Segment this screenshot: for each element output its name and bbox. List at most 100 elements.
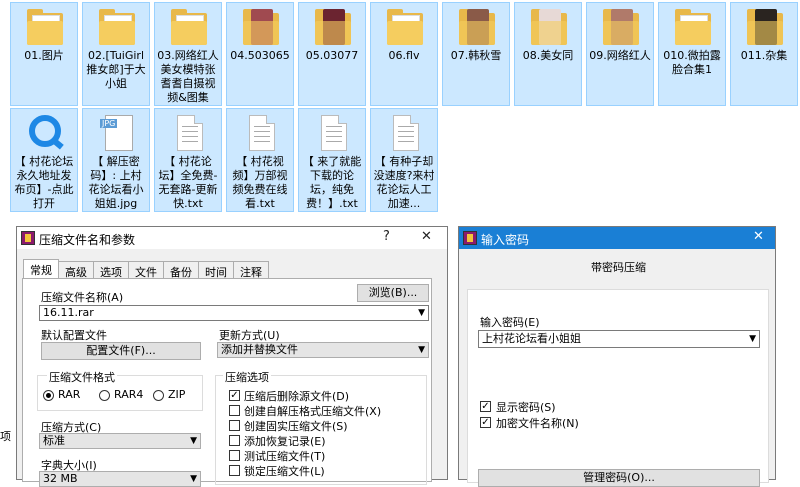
text-file-icon xyxy=(169,115,209,155)
password-panel: 输入密码(E) 上村花论坛看小姐姐 ▼ ✓ 显示密码(S) ✓ 加密文件名称(N)… xyxy=(467,289,769,487)
folder-icon xyxy=(25,9,65,49)
folder-icon xyxy=(673,9,713,49)
file-label: 【 有种子却没速度?来村花论坛人工加速... xyxy=(373,155,435,210)
jpg-file-icon: JPG xyxy=(97,115,137,155)
browse-button[interactable]: 浏览(B)... xyxy=(357,284,429,302)
close-icon[interactable]: ✕ xyxy=(421,229,432,244)
format-rar-radio[interactable] xyxy=(43,390,54,401)
file-item[interactable]: 09.网络红人 xyxy=(586,2,654,106)
folder-photo-icon xyxy=(457,9,497,49)
delete-after-checkbox[interactable]: ✓ xyxy=(229,390,240,401)
update-mode-label: 更新方式(U) xyxy=(219,329,280,342)
file-label: 07.韩秋雪 xyxy=(450,49,502,62)
update-mode-select[interactable]: 添加并替换文件 ▼ xyxy=(217,342,429,358)
solid-checkbox[interactable] xyxy=(229,420,240,431)
file-label: 09.网络红人 xyxy=(589,49,651,62)
profile-button[interactable]: 配置文件(F)... xyxy=(41,342,201,360)
text-file-icon xyxy=(313,115,353,155)
archive-name-value: 16.11.rar xyxy=(43,306,94,319)
file-item[interactable]: 【 村花论坛永久地址发布页】-点此打开 xyxy=(10,108,78,212)
folder-photo-icon xyxy=(601,9,641,49)
sfx-checkbox[interactable] xyxy=(229,405,240,416)
delete-after-label: 压缩后删除源文件(D) xyxy=(244,390,350,403)
chevron-down-icon[interactable]: ▼ xyxy=(749,331,756,347)
file-item[interactable]: 【 村花视频】万部视频免费在线看.txt xyxy=(226,108,294,212)
profile-label: 默认配置文件 xyxy=(41,329,107,342)
file-label: 011.杂集 xyxy=(740,49,788,62)
test-label: 测试压缩文件(T) xyxy=(244,450,326,463)
file-item[interactable]: 【 有种子却没速度?来村花论坛人工加速... xyxy=(370,108,438,212)
dictionary-select[interactable]: 32 MB ▼ xyxy=(39,471,201,487)
file-item[interactable]: 08.美女同 xyxy=(514,2,582,106)
file-item[interactable]: 03.网络红人美女模特张耆耆自摄视频&图集 xyxy=(154,2,222,106)
format-rar-label: RAR xyxy=(58,388,81,401)
password-heading: 带密码压缩 xyxy=(591,261,646,274)
file-label: 02.[TuiGirl推女郎]于大小姐 xyxy=(86,49,146,90)
file-item[interactable]: 010.微拍露脸合集1 xyxy=(658,2,726,106)
manage-passwords-button[interactable]: 管理密码(O)... xyxy=(478,469,760,487)
chevron-down-icon[interactable]: ▼ xyxy=(418,306,425,320)
encrypt-names-label: 加密文件名称(N) xyxy=(496,417,579,430)
sfx-label: 创建自解压格式压缩文件(X) xyxy=(244,405,382,418)
browser-icon xyxy=(25,115,65,155)
file-item[interactable]: 05.03077 xyxy=(298,2,366,106)
solid-label: 创建固实压缩文件(S) xyxy=(244,420,348,433)
text-file-icon xyxy=(385,115,425,155)
test-checkbox[interactable] xyxy=(229,450,240,461)
file-label: 03.网络红人美女模特张耆耆自摄视频&图集 xyxy=(157,49,219,104)
chevron-down-icon: ▼ xyxy=(418,345,425,355)
chevron-down-icon: ▼ xyxy=(190,436,197,446)
background-window-edge: 项 xyxy=(0,400,17,480)
file-label: 【 村花论坛】全免费-无套路-更新快.txt xyxy=(158,155,218,210)
password-dialog-titlebar[interactable]: 输入密码 ✕ xyxy=(459,227,775,249)
format-zip-radio[interactable] xyxy=(153,390,164,401)
archive-dialog-title: 压缩文件名和参数 xyxy=(39,233,136,247)
file-label: 【 村花视频】万部视频免费在线看.txt xyxy=(232,155,288,210)
folder-photo-icon xyxy=(313,9,353,49)
file-item[interactable]: 011.杂集 xyxy=(730,2,798,106)
close-icon[interactable]: ✕ xyxy=(753,229,764,244)
archive-dialog-titlebar[interactable]: 压缩文件名和参数 ? ✕ xyxy=(17,227,447,249)
file-item[interactable]: 01.图片 xyxy=(10,2,78,106)
lock-checkbox[interactable] xyxy=(229,465,240,476)
file-label: 010.微拍露脸合集1 xyxy=(663,49,721,76)
winrar-icon xyxy=(21,231,35,245)
chevron-down-icon: ▼ xyxy=(190,474,197,484)
file-item[interactable]: 06.flv xyxy=(370,2,438,106)
encrypt-names-checkbox[interactable]: ✓ xyxy=(480,417,491,428)
folder-photo-icon xyxy=(745,9,785,49)
file-item[interactable]: 07.韩秋雪 xyxy=(442,2,510,106)
file-item[interactable]: 04.503065 xyxy=(226,2,294,106)
method-select[interactable]: 标准 ▼ xyxy=(39,433,201,449)
recovery-checkbox[interactable] xyxy=(229,435,240,446)
password-input[interactable]: 上村花论坛看小姐姐 ▼ xyxy=(478,330,760,348)
file-label: 05.03077 xyxy=(305,49,359,62)
show-password-checkbox[interactable]: ✓ xyxy=(480,401,491,412)
update-mode-value: 添加并替换文件 xyxy=(221,343,298,356)
folder-icon xyxy=(169,9,209,49)
lock-label: 锁定压缩文件(L) xyxy=(244,465,325,478)
file-item[interactable]: 02.[TuiGirl推女郎]于大小姐 xyxy=(82,2,150,106)
archive-name-input[interactable]: 16.11.rar ▼ xyxy=(39,305,429,321)
file-item[interactable]: 【 来了就能下载的论坛，纯免费！】.txt xyxy=(298,108,366,212)
file-label: 08.美女同 xyxy=(522,49,574,62)
method-value: 标准 xyxy=(43,434,65,447)
file-label: 06.flv xyxy=(388,49,420,62)
file-label: 【 村花论坛永久地址发布页】-点此打开 xyxy=(14,155,74,210)
background-window-text: 项 xyxy=(0,430,11,443)
file-label: 04.503065 xyxy=(230,49,290,62)
file-item[interactable]: 【 村花论坛】全免费-无套路-更新快.txt xyxy=(154,108,222,212)
text-file-icon xyxy=(241,115,281,155)
file-item[interactable]: JPG 【 解压密码】: 上村花论坛看小姐姐.jpg xyxy=(82,108,150,212)
format-rar4-radio[interactable] xyxy=(99,390,110,401)
folder-icon xyxy=(385,9,425,49)
password-dialog: 输入密码 ✕ 带密码压缩 输入密码(E) 上村花论坛看小姐姐 ▼ ✓ 显示密码(S… xyxy=(458,226,776,487)
dialog-tabs: 常规 高级 选项 文件 备份 时间 注释 xyxy=(23,259,269,282)
password-label: 输入密码(E) xyxy=(480,316,540,329)
winrar-icon xyxy=(463,231,477,245)
help-button[interactable]: ? xyxy=(383,229,390,244)
folder-icon xyxy=(97,9,137,49)
recovery-label: 添加恢复记录(E) xyxy=(244,435,326,448)
password-value: 上村花论坛看小姐姐 xyxy=(482,332,581,345)
password-dialog-title: 输入密码 xyxy=(481,233,530,247)
